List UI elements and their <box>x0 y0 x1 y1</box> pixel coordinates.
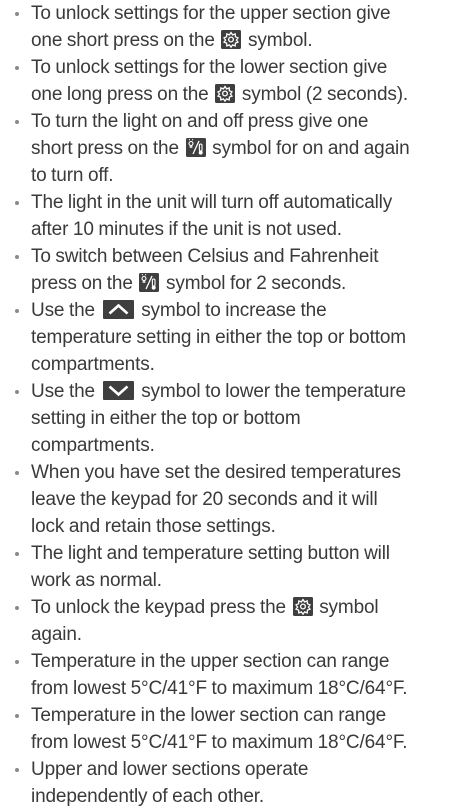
text-line: work as normal. <box>31 570 162 591</box>
gear-icon <box>221 30 241 49</box>
text-line: To turn the light on and off press give … <box>31 111 369 132</box>
text-line: short press on the symbol for on and aga… <box>31 135 471 162</box>
text-span: one long press on the <box>31 84 214 105</box>
list-item: To unlock settings for the lower section… <box>14 54 471 108</box>
text-line: The light in the unit will turn off auto… <box>31 192 393 213</box>
text-line: again. <box>31 624 82 645</box>
text-span: short press on the <box>31 138 184 159</box>
text-line: The light and temperature setting button… <box>31 543 390 564</box>
text-line: one long press on the symbol (2 seconds)… <box>31 81 471 108</box>
light-thermometer-icon <box>186 138 206 157</box>
text-line: When you have set the desired temperatur… <box>31 462 401 483</box>
light-thermometer-icon <box>139 273 159 292</box>
text-line: from lowest 5°C/41°F to maximum 18°C/64°… <box>31 678 408 699</box>
instruction-list: To unlock settings for the upper section… <box>0 0 471 810</box>
text-span: one short press on the <box>31 30 220 51</box>
text-line: from lowest 5°C/41°F to maximum 18°C/64°… <box>31 732 408 753</box>
text-span: symbol (2 seconds). <box>237 84 409 105</box>
text-line: temperature setting in either the top or… <box>31 327 406 348</box>
list-item: The light in the unit will turn off auto… <box>14 189 471 243</box>
list-item: To unlock settings for the upper section… <box>14 0 471 54</box>
list-item: To switch between Celsius and Fahrenheit… <box>14 243 471 297</box>
list-item: To unlock the keypad press the symbol ag… <box>14 594 471 648</box>
text-line: Use the symbol to lower the temperature <box>31 378 471 405</box>
text-span: symbol for 2 seconds. <box>161 273 347 294</box>
instructions-document: To unlock settings for the upper section… <box>0 0 471 807</box>
text-line: compartments. <box>31 435 155 456</box>
text-line: Temperature in the lower section can ran… <box>31 705 387 726</box>
text-line: after 10 minutes if the unit is not used… <box>31 219 342 240</box>
list-item: Temperature in the upper section can ran… <box>14 648 471 702</box>
list-item: To turn the light on and off press give … <box>14 108 471 189</box>
text-line: To unlock settings for the upper section… <box>31 3 391 24</box>
text-line: Upper and lower sections operate <box>31 759 309 780</box>
text-span: symbol to lower the temperature <box>136 381 406 402</box>
text-span: symbol to increase the <box>136 300 327 321</box>
text-line: compartments. <box>31 354 155 375</box>
gear-icon <box>215 84 235 103</box>
text-line: independently of each other. <box>31 786 265 807</box>
text-line: lock and retain those settings. <box>31 516 276 537</box>
gear-icon <box>293 597 313 616</box>
text-line: To unlock settings for the lower section… <box>31 57 388 78</box>
text-span: press on the <box>31 273 138 294</box>
text-span: symbol <box>314 597 379 618</box>
text-span: To unlock the keypad press the <box>31 597 291 618</box>
text-span: Use the <box>31 381 100 402</box>
list-item: Temperature in the lower section can ran… <box>14 702 471 756</box>
text-line: one short press on the symbol. <box>31 27 471 54</box>
text-line: setting in either the top or bottom <box>31 408 301 429</box>
list-item: Use the symbol to lower the temperature … <box>14 378 471 459</box>
list-item: Upper and lower sections operate indepen… <box>14 756 471 810</box>
list-item: When you have set the desired temperatur… <box>14 459 471 540</box>
text-line: To switch between Celsius and Fahrenheit <box>31 246 379 267</box>
chevron-down-icon <box>103 381 134 400</box>
text-line: Use the symbol to increase the <box>31 297 471 324</box>
text-line: to turn off. <box>31 165 114 186</box>
text-line: To unlock the keypad press the symbol <box>31 594 471 621</box>
text-line: press on the symbol for 2 seconds. <box>31 270 471 297</box>
chevron-up-icon <box>103 300 134 319</box>
text-line: Temperature in the upper section can ran… <box>31 651 390 672</box>
text-span: symbol. <box>243 30 313 51</box>
list-item: The light and temperature setting button… <box>14 540 471 594</box>
list-item: Use the symbol to increase the temperatu… <box>14 297 471 378</box>
text-line: leave the keypad for 20 seconds and it w… <box>31 489 378 510</box>
text-span: Use the <box>31 300 100 321</box>
text-span: symbol for on and again <box>207 138 410 159</box>
